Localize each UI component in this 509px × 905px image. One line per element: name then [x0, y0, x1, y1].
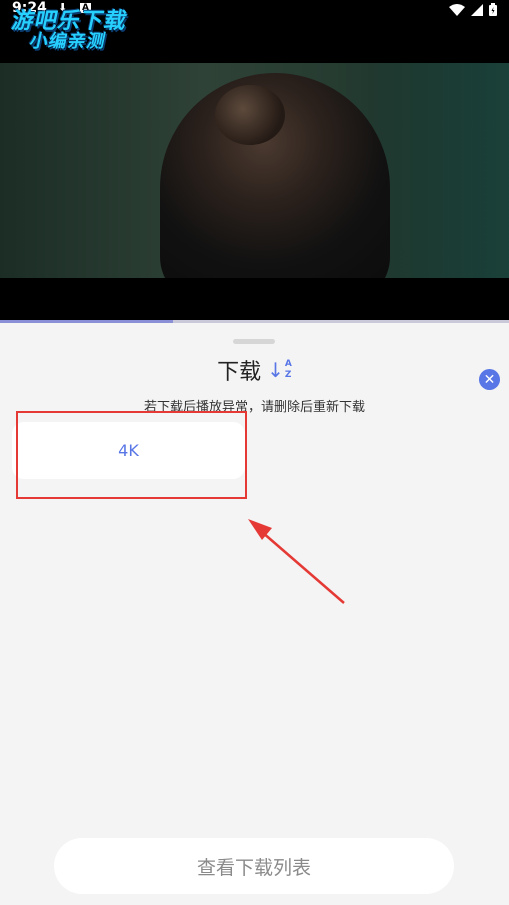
video-background-glow: [370, 63, 509, 278]
watermark-line2: 小编亲测: [27, 31, 108, 53]
sort-az-icon[interactable]: ↓ A Z: [267, 359, 292, 381]
sheet-header: 下载 ↓ A Z: [0, 354, 509, 386]
highlight-box: [16, 411, 247, 499]
sort-letter-a: A: [284, 359, 292, 369]
video-player[interactable]: [0, 63, 509, 278]
watermark-logo: 游吧乐下载 小编亲测: [6, 9, 130, 53]
close-icon[interactable]: ✕: [479, 369, 500, 390]
view-download-list-label: 查看下载列表: [196, 856, 311, 879]
video-progress-bar[interactable]: [0, 320, 509, 323]
signal-icon: [471, 1, 483, 20]
video-letterbox: [0, 278, 509, 321]
video-progress-fill: [0, 320, 174, 323]
status-right-icons: [449, 1, 497, 20]
watermark-line1: 游吧乐下载: [9, 9, 130, 34]
view-download-list-button[interactable]: 查看下载列表: [54, 838, 454, 894]
video-figure-hair: [215, 85, 285, 145]
sort-letter-z: Z: [284, 370, 292, 380]
battery-icon: [489, 1, 497, 20]
sheet-title: 下载: [217, 360, 262, 385]
sheet-drag-handle[interactable]: [233, 339, 275, 344]
wifi-icon: [449, 1, 465, 20]
status-bar: 9:24 ⬇ A 游吧乐下载 小编亲测: [0, 0, 509, 63]
